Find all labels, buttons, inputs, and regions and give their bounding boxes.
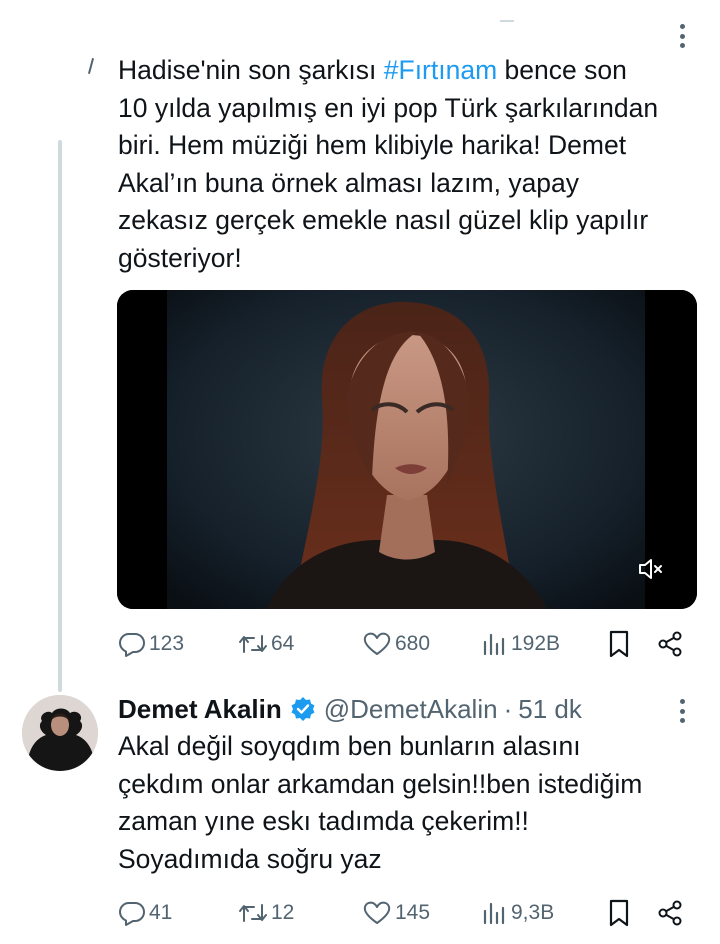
heart-icon [362,899,392,927]
more-options-icon[interactable] [672,22,692,50]
video-frame [117,290,697,609]
header-separator: · [503,693,513,724]
reply-views-button[interactable]: 9,3B [482,893,554,933]
reply-bookmark-button[interactable] [606,893,632,933]
tweet-actions: 123 64 680 192B [118,624,688,664]
bookmark-button[interactable] [606,624,632,664]
share-button[interactable] [656,624,684,664]
reply-more-options-icon[interactable] [672,697,692,725]
like-count: 145 [395,901,431,924]
reply-button[interactable]: 123 [118,624,184,664]
tweet-text-start: Hadise'nin son şarkısı [118,55,384,85]
post-time[interactable]: 51 dk [518,694,582,725]
tweet-video[interactable] [117,290,697,609]
reply-text: Akal değil soyqdım ben bunların alasını … [118,731,643,874]
retweet-button[interactable]: 64 [238,624,294,664]
views-icon [482,630,508,658]
views-count: 9,3B [511,901,555,924]
reply-like-button[interactable]: 145 [362,893,430,933]
bookmark-icon [606,629,632,659]
reply-share-button[interactable] [656,893,684,933]
tweet-text: Hadise'nin son şarkısı #Fırtınam bence s… [118,52,698,278]
tweet-text-rest: bence son 10 yılda yapılmış en iyi pop T… [118,55,659,273]
like-count: 680 [395,632,431,655]
retweet-count: 64 [271,632,295,655]
views-count: 192B [511,632,561,655]
like-button[interactable]: 680 [362,624,430,664]
thread-line [58,140,62,692]
reply-reply-button[interactable]: 41 [118,893,172,933]
author-name[interactable]: Demet Akalin [118,694,282,725]
reply-icon [118,630,146,658]
author-handle[interactable]: @DemetAkalin [324,694,498,725]
verified-badge-icon [290,696,316,722]
reply-count: 123 [149,632,185,655]
speaker-muted-icon[interactable] [636,555,664,583]
reply-actions: 41 12 145 9,3B [118,893,688,933]
heart-icon [362,630,392,658]
avatar[interactable] [22,695,98,771]
thread-mark [87,58,95,74]
reply-icon [118,899,146,927]
reply-retweet-button[interactable]: 12 [238,893,294,933]
share-icon [656,899,684,927]
retweet-count: 12 [271,901,295,924]
bookmark-icon [606,898,632,928]
hashtag-link[interactable]: #Fırtınam [384,55,497,85]
reply-header: Demet Akalin @DemetAkalin · 51 dk [118,690,582,728]
reply-count: 41 [149,901,173,924]
retweet-icon [238,630,268,658]
top-divider [500,20,514,22]
retweet-icon [238,899,268,927]
views-icon [482,899,508,927]
views-button[interactable]: 192B [482,624,560,664]
share-icon [656,630,684,658]
